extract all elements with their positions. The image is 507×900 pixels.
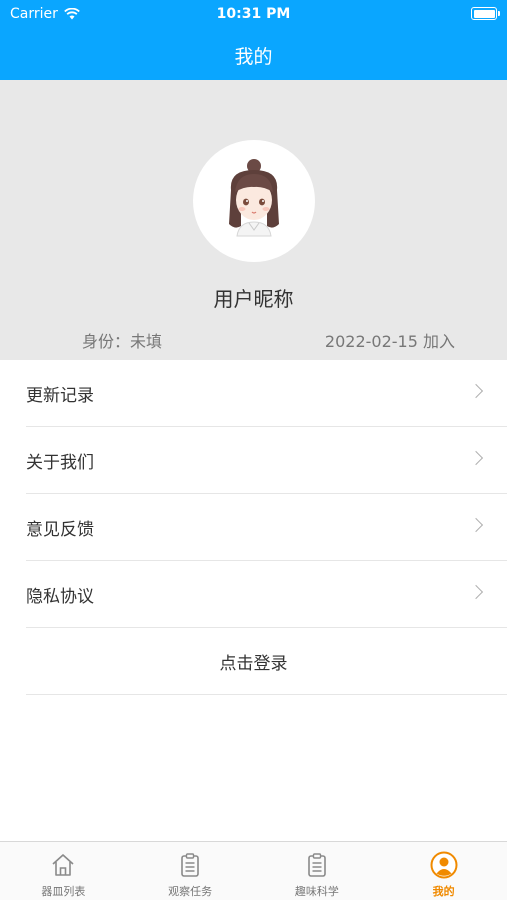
menu-item-update-log[interactable]: 更新记录 [0, 360, 507, 427]
user-identity: 身份：未填 [82, 332, 163, 351]
tab-vessel-list[interactable]: 器皿列表 [0, 842, 127, 900]
menu-item-label: 意见反馈 [26, 520, 94, 540]
tab-mine[interactable]: 我的 [380, 842, 507, 900]
clipboard-icon [181, 853, 199, 877]
clock: 10:31 PM [216, 6, 291, 22]
tab-fun-science[interactable]: 趣味科学 [254, 842, 381, 900]
avatar[interactable] [193, 140, 315, 262]
chevron-right-icon [468, 584, 484, 600]
tab-bar: 器皿列表 观察任务 趣味科学 我的 [0, 841, 507, 900]
tab-label: 我的 [432, 885, 455, 898]
menu-item-label: 更新记录 [26, 386, 94, 406]
menu-item-label: 关于我们 [26, 453, 94, 473]
menu-item-feedback[interactable]: 意见反馈 [0, 494, 507, 561]
menu-item-about-us[interactable]: 关于我们 [0, 427, 507, 494]
clipboard-icon [308, 853, 326, 877]
menu-item-privacy-policy[interactable]: 隐私协议 [0, 561, 507, 628]
status-bar: Carrier 10:31 PM [0, 0, 507, 30]
tab-label: 趣味科学 [294, 885, 339, 898]
tab-label: 器皿列表 [41, 885, 86, 898]
user-nickname: 用户昵称 [213, 287, 294, 311]
avatar-illustration [229, 159, 279, 237]
login-label: 点击登录 [219, 654, 288, 674]
user-icon [430, 851, 458, 879]
navigation-bar: 我的 [0, 30, 507, 80]
join-date: 2022-02-15 加入 [324, 332, 455, 351]
page-title: 我的 [234, 45, 273, 68]
profile-header: 用户昵称 身份：未填 2022-02-15 加入 [0, 80, 507, 360]
login-button[interactable]: 点击登录 [0, 628, 507, 695]
chevron-right-icon [468, 517, 484, 533]
tab-observation-tasks[interactable]: 观察任务 [127, 842, 254, 900]
chevron-right-icon [468, 383, 484, 399]
chevron-right-icon [468, 450, 484, 466]
tab-label: 观察任务 [168, 885, 213, 898]
battery-icon [471, 7, 500, 20]
home-icon [52, 854, 74, 876]
menu-item-label: 隐私协议 [26, 587, 94, 607]
settings-menu: 更新记录 关于我们 意见反馈 隐私协议 点击登录 [0, 360, 507, 695]
